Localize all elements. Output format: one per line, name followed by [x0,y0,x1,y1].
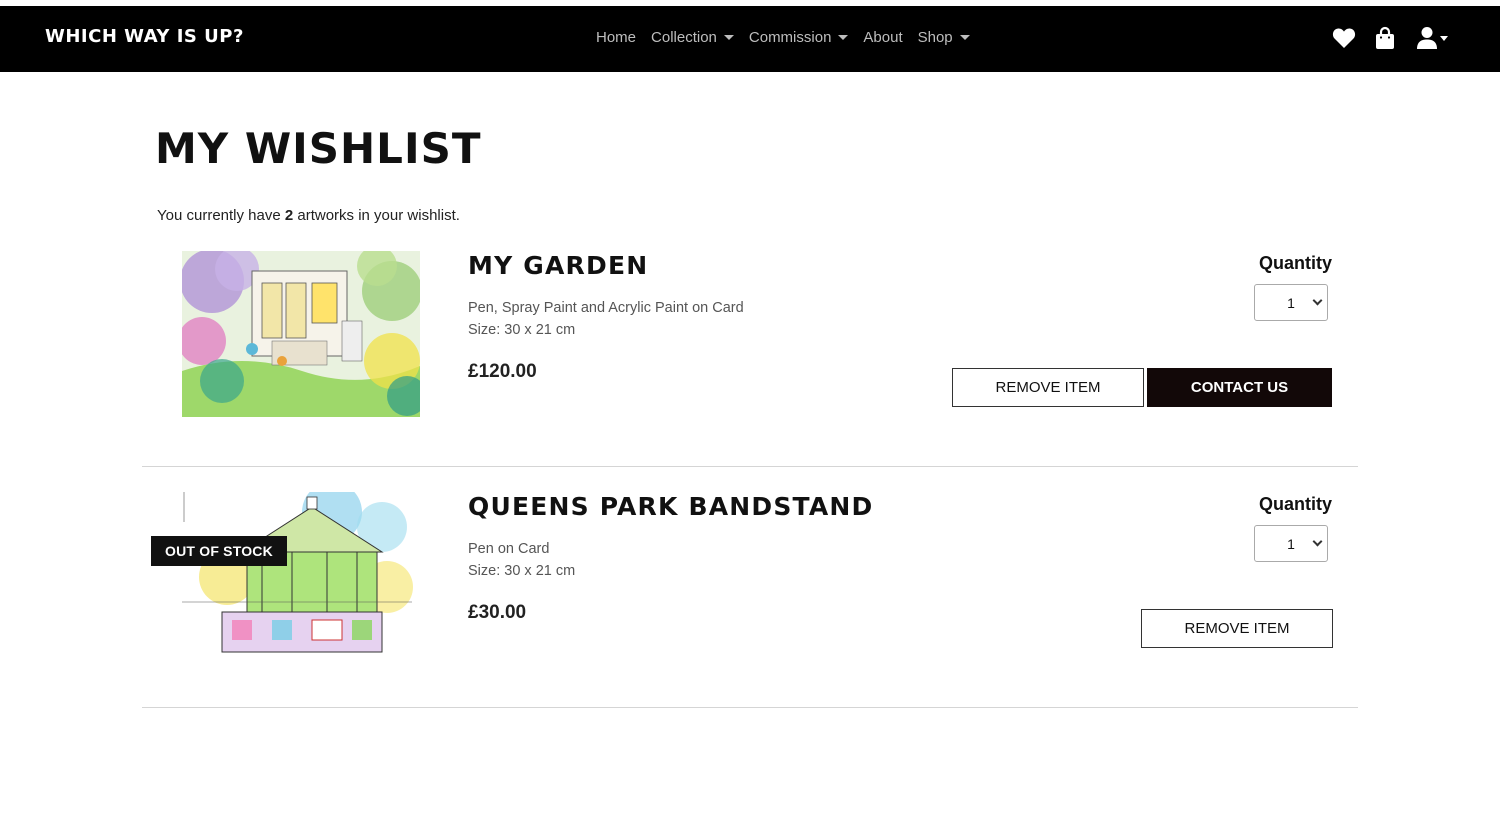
nav-collection[interactable]: Collection [651,29,734,46]
artwork-image[interactable] [182,251,420,417]
navbar: WHICH WAY IS UP? Home Collection Commiss… [0,6,1500,72]
wishlist-item: OUT OF STOCK QUEENS PARK BANDSTAND Pen o… [142,468,1358,708]
item-medium: Pen, Spray Paint and Acrylic Paint on Ca… [468,300,744,316]
nav-about-label: About [863,29,903,46]
chevron-down-icon [723,35,734,40]
chevron-down-icon [959,35,970,40]
item-size: Size: 30 x 21 cm [468,322,576,338]
quantity-select[interactable]: 1 [1254,525,1328,562]
item-meta: Pen on Card Size: 30 x 21 cm [468,538,575,582]
nav-home[interactable]: Home [596,29,636,46]
user-icon [1417,27,1437,49]
item-meta: Pen, Spray Paint and Acrylic Paint on Ca… [468,297,744,341]
brand-logo[interactable]: WHICH WAY IS UP? [45,26,244,47]
nav-home-label: Home [596,29,637,46]
item-title[interactable]: QUEENS PARK BANDSTAND [468,492,873,521]
shopping-bag-icon[interactable] [1371,24,1399,52]
nav-shop[interactable]: Shop [918,29,970,46]
out-of-stock-badge: OUT OF STOCK [151,536,287,566]
user-menu[interactable] [1412,24,1452,52]
contact-us-button[interactable]: CONTACT US [1147,368,1332,407]
chevron-down-icon [1440,35,1448,41]
heart-icon[interactable] [1330,24,1358,52]
chevron-down-icon [1312,536,1323,547]
summary-prefix: You currently have [157,207,285,224]
nav-collection-label: Collection [651,29,717,46]
item-price: £120.00 [468,361,537,382]
quantity-label: Quantity [1258,253,1332,273]
nav-icons [1330,24,1465,52]
quantity-value: 1 [1287,294,1295,311]
item-title[interactable]: MY GARDEN [468,251,648,280]
quantity-value: 1 [1287,535,1295,552]
chevron-down-icon [1312,295,1323,306]
wishlist-item: MY GARDEN Pen, Spray Paint and Acrylic P… [142,227,1358,467]
nav-commission[interactable]: Commission [749,29,849,46]
page-title: MY WISHLIST [155,124,482,173]
quantity-select[interactable]: 1 [1254,284,1328,321]
remove-item-button[interactable]: REMOVE ITEM [1141,609,1333,648]
artwork-image[interactable] [182,492,420,658]
summary-count: 2 [284,207,294,224]
wishlist-summary: You currently have 2 artworks in your wi… [157,207,460,224]
remove-item-button[interactable]: REMOVE ITEM [952,368,1144,407]
quantity-label: Quantity [1258,494,1332,514]
nav-about[interactable]: About [863,29,902,46]
item-medium: Pen on Card [468,541,550,557]
nav-shop-label: Shop [917,29,953,46]
item-size: Size: 30 x 21 cm [468,563,576,579]
nav-commission-label: Commission [748,29,832,46]
nav-links: Home Collection Commission About Shop [596,29,985,46]
summary-suffix: artworks in your wishlist. [293,207,460,224]
item-price: £30.00 [468,602,527,623]
chevron-down-icon [838,35,849,40]
